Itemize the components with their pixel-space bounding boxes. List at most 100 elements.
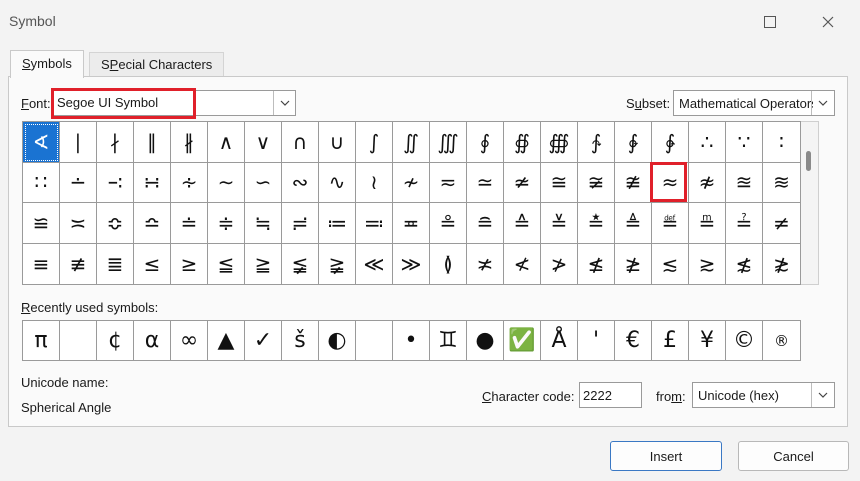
- symbol-cell[interactable]: ≤: [134, 243, 171, 284]
- recent-symbol-cell[interactable]: ◐: [319, 321, 356, 360]
- symbol-cell[interactable]: ∺: [134, 162, 171, 203]
- close-window-button[interactable]: [806, 9, 850, 35]
- symbol-cell[interactable]: ∵: [726, 122, 763, 163]
- symbol-cell[interactable]: ∫: [356, 122, 393, 163]
- symbol-cell[interactable]: ≇: [615, 162, 652, 203]
- symbol-cell[interactable]: ≒: [245, 203, 282, 244]
- symbol-cell[interactable]: ∢: [23, 122, 60, 163]
- symbol-cell[interactable]: ≢: [60, 243, 97, 284]
- symbol-cell[interactable]: ∧: [208, 122, 245, 163]
- symbol-cell[interactable]: ≅: [541, 162, 578, 203]
- recent-symbol-cell[interactable]: ▲: [208, 321, 245, 360]
- symbol-cell[interactable]: ≧: [245, 243, 282, 284]
- symbol-cell[interactable]: ∯: [504, 122, 541, 163]
- tab-symbols[interactable]: Symbols: [10, 50, 84, 78]
- tab-special-characters[interactable]: SPecial Characters: [89, 52, 225, 76]
- symbol-cell[interactable]: ≬: [430, 243, 467, 284]
- symbol-cell[interactable]: ≡: [23, 243, 60, 284]
- from-select[interactable]: Unicode (hex): [692, 382, 835, 408]
- symbol-cell[interactable]: ∩: [282, 122, 319, 163]
- cancel-button[interactable]: Cancel: [738, 441, 849, 471]
- recent-symbol-cell[interactable]: €: [615, 321, 652, 360]
- font-dropdown-button[interactable]: [273, 91, 296, 115]
- symbol-cell[interactable]: ∻: [171, 162, 208, 203]
- symbol-cell[interactable]: ∹: [97, 162, 134, 203]
- symbol-cell[interactable]: ∶: [763, 122, 800, 163]
- symbol-cell[interactable]: ∷: [23, 162, 60, 203]
- symbol-cell[interactable]: ≠: [763, 203, 800, 244]
- symbol-cell[interactable]: ≣: [97, 243, 134, 284]
- symbol-cell[interactable]: ≆: [578, 162, 615, 203]
- recent-symbol-cell[interactable]: ©: [726, 321, 763, 360]
- symbol-cell[interactable]: ≕: [356, 203, 393, 244]
- symbol-cell[interactable]: ≗: [430, 203, 467, 244]
- symbol-cell[interactable]: ∴: [689, 122, 726, 163]
- recent-symbol-cell[interactable]: š: [282, 321, 319, 360]
- symbol-cell[interactable]: ∲: [615, 122, 652, 163]
- recent-symbol-cell[interactable]: ': [578, 321, 615, 360]
- grid-scrollbar[interactable]: [801, 121, 819, 285]
- recent-symbol-cell[interactable]: ✓: [245, 321, 282, 360]
- from-dropdown-button[interactable]: [811, 383, 834, 407]
- symbol-cell[interactable]: ≵: [763, 244, 800, 285]
- symbol-cell[interactable]: ≜: [615, 203, 652, 244]
- recent-symbol-cell[interactable]: ✅: [504, 321, 541, 360]
- symbol-cell[interactable]: ≱: [615, 243, 652, 284]
- recent-symbol-cell[interactable]: £: [652, 321, 689, 360]
- symbol-cell[interactable]: ≪: [356, 243, 393, 284]
- symbol-cell[interactable]: ≚: [541, 203, 578, 244]
- symbol-cell[interactable]: ≝: [652, 203, 689, 244]
- symbol-cell[interactable]: ≛: [578, 203, 615, 244]
- symbol-cell[interactable]: ≊: [726, 162, 763, 203]
- symbol-cell[interactable]: ≄: [504, 162, 541, 203]
- symbol-cell[interactable]: ∿: [319, 162, 356, 203]
- symbol-cell[interactable]: ∳: [652, 122, 689, 163]
- symbol-cell[interactable]: ≙: [504, 203, 541, 244]
- recent-symbol-cell[interactable]: ∞: [171, 321, 208, 360]
- symbol-cell[interactable]: ≁: [393, 162, 430, 203]
- symbol-cell[interactable]: ∭: [430, 122, 467, 163]
- recent-symbol-cell[interactable]: [60, 321, 97, 360]
- symbol-cell[interactable]: ≓: [282, 203, 319, 244]
- symbol-cell[interactable]: ∼: [208, 162, 245, 203]
- symbol-cell[interactable]: ≮: [504, 243, 541, 284]
- symbol-cell[interactable]: ∰: [541, 122, 578, 163]
- symbol-cell[interactable]: ≦: [208, 243, 245, 284]
- symbol-cell[interactable]: ∦: [171, 122, 208, 163]
- subset-select[interactable]: Mathematical Operators: [673, 90, 835, 116]
- symbol-cell[interactable]: ≍: [60, 203, 97, 244]
- symbol-cell[interactable]: ≨: [282, 243, 319, 284]
- symbol-cell[interactable]: ≩: [319, 243, 356, 284]
- symbol-cell[interactable]: ∱: [578, 122, 615, 163]
- symbol-cell[interactable]: ∮: [467, 122, 504, 163]
- symbol-cell[interactable]: ≌: [23, 203, 60, 244]
- symbol-cell[interactable]: ∽: [245, 162, 282, 203]
- symbol-cell[interactable]: ≂: [430, 162, 467, 203]
- symbol-cell[interactable]: ∥: [134, 122, 171, 163]
- symbol-cell[interactable]: ≏: [134, 203, 171, 244]
- symbol-cell[interactable]: ≥: [171, 243, 208, 284]
- symbol-cell[interactable]: ≑: [208, 203, 245, 244]
- recent-symbol-cell[interactable]: [356, 321, 393, 360]
- recent-symbol-cell[interactable]: Å: [541, 321, 578, 360]
- symbol-cell[interactable]: ≋: [763, 163, 800, 203]
- maximize-button[interactable]: [748, 9, 792, 35]
- subset-dropdown-button[interactable]: [811, 91, 834, 115]
- symbol-cell[interactable]: ∪: [319, 122, 356, 163]
- symbol-cell[interactable]: ≫: [393, 243, 430, 284]
- recent-symbol-cell[interactable]: ¢: [97, 321, 134, 360]
- recent-symbol-cell[interactable]: ¥: [689, 321, 726, 360]
- character-code-input[interactable]: 2222: [579, 382, 642, 408]
- symbol-cell[interactable]: ≘: [467, 203, 504, 244]
- symbol-cell[interactable]: ≭: [467, 243, 504, 284]
- symbol-cell[interactable]: ≖: [393, 203, 430, 244]
- symbol-cell[interactable]: ≴: [726, 243, 763, 284]
- symbol-cell[interactable]: ≞: [689, 203, 726, 244]
- symbol-cell[interactable]: ≳: [689, 243, 726, 284]
- symbol-cell[interactable]: ≀: [356, 162, 393, 203]
- recent-symbol-cell[interactable]: α: [134, 321, 171, 360]
- symbol-cell[interactable]: ∾: [282, 162, 319, 203]
- symbol-cell[interactable]: ≟: [726, 203, 763, 244]
- symbol-cell[interactable]: ≎: [97, 203, 134, 244]
- symbol-cell[interactable]: ≔: [319, 203, 356, 244]
